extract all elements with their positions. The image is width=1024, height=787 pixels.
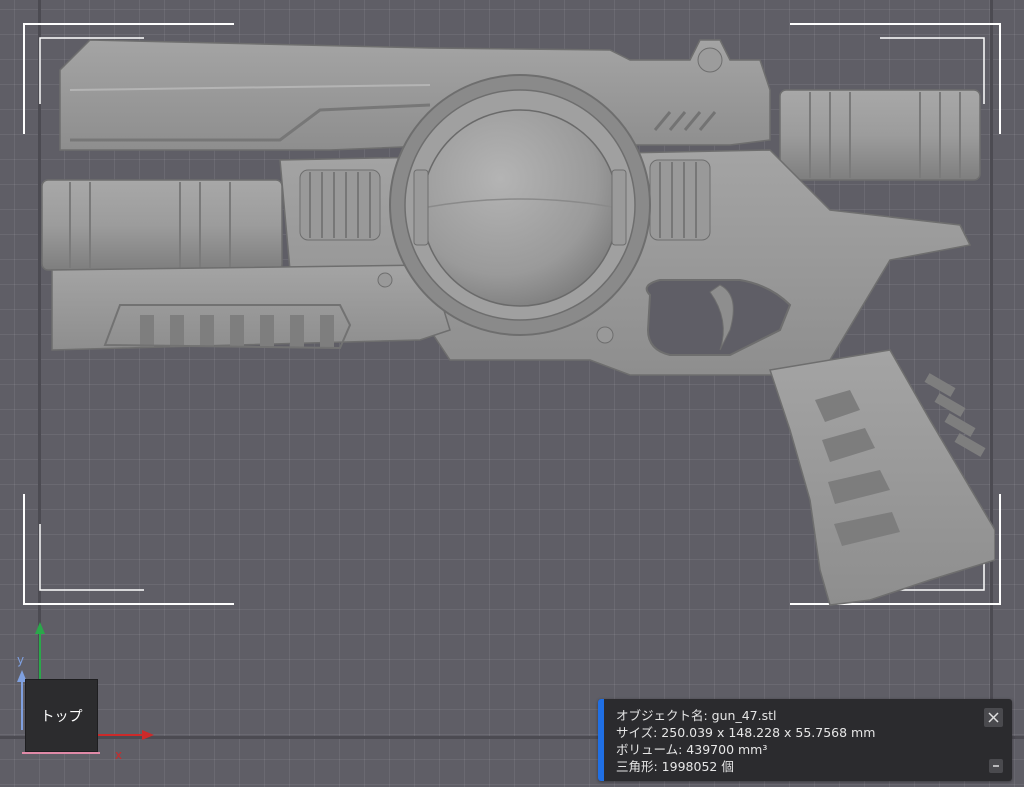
3d-viewport[interactable]: y x トップ [0, 0, 1024, 787]
close-icon [988, 712, 999, 723]
axis-y-label: y [17, 653, 25, 667]
view-cube-label: トップ [40, 708, 83, 725]
object-size-text: サイズ: 250.039 x 148.228 x 55.7568 mm [616, 725, 876, 740]
view-cube-top[interactable]: トップ [26, 680, 97, 751]
info-panel-accent [598, 699, 604, 781]
collapse-button[interactable] [989, 759, 1003, 773]
object-triangles-text: 三角形: 1998052 個 [616, 759, 734, 774]
minus-icon [993, 765, 999, 767]
object-name-text: オブジェクト名: gun_47.stl [616, 708, 777, 723]
object-volume-text: ボリューム: 439700 mm³ [616, 742, 768, 757]
pistol-model[interactable] [30, 30, 995, 610]
axis-x-label: x [115, 748, 123, 762]
close-button[interactable] [984, 708, 1003, 727]
object-info-panel: オブジェクト名: gun_47.stl サイズ: 250.039 x 148.2… [598, 699, 1012, 781]
